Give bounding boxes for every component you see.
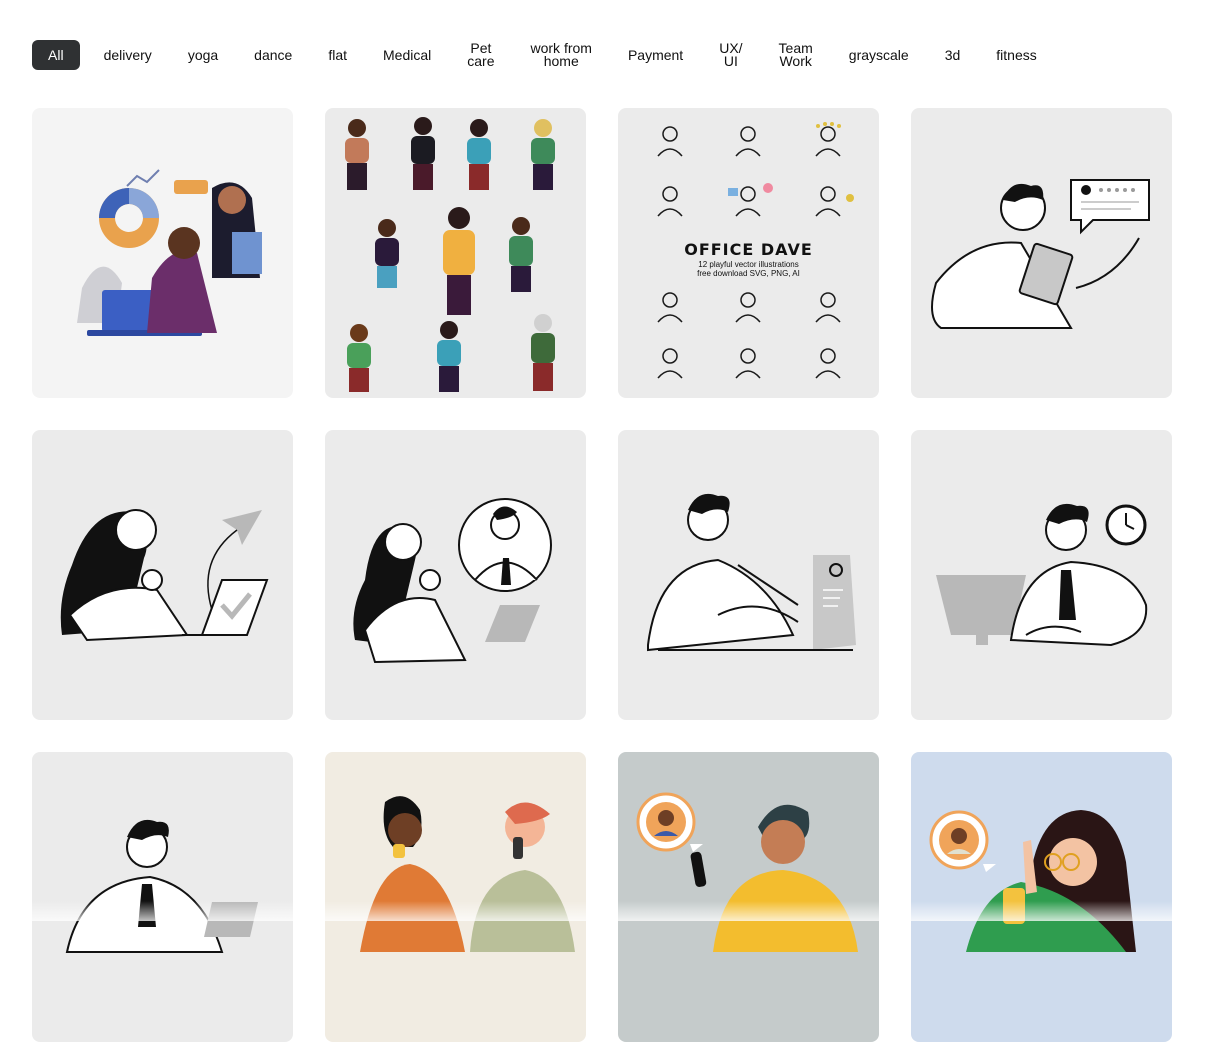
illustration-card-women-characters[interactable] <box>325 108 586 398</box>
illustration-card-man-laptop[interactable] <box>32 752 293 1042</box>
office-dave-title: OFFICE DAVE <box>684 240 813 259</box>
illustration-grid: OFFICE DAVE 12 playful vector illustrati… <box>32 108 1172 1042</box>
illustration-card-man-drawing-tablet[interactable] <box>618 430 879 720</box>
illustration-card-chat-bubble-man[interactable] <box>618 752 879 1042</box>
video-call-illustration <box>353 498 552 664</box>
illustration-card-woman-phone[interactable] <box>911 752 1172 1042</box>
woman-phone-illustration <box>929 810 1136 952</box>
filter-3d[interactable]: 3d <box>933 40 973 70</box>
filter-pet-care[interactable]: Pet care <box>455 40 506 70</box>
filter-payment[interactable]: Payment <box>616 40 695 70</box>
business-women-illustration <box>77 169 262 336</box>
man-waiting-clock-illustration <box>936 503 1148 647</box>
filter-yoga[interactable]: yoga <box>176 40 230 70</box>
illustration-card-man-reviews-tablet[interactable] <box>911 108 1172 398</box>
phone-call-illustration <box>360 796 575 952</box>
filter-fitness[interactable]: fitness <box>984 40 1048 70</box>
office-dave-subtitle: 12 playful vector illustrations free dow… <box>697 260 800 278</box>
filter-dance[interactable]: dance <box>242 40 304 70</box>
woman-sends-message-illustration <box>60 509 269 642</box>
filter-all[interactable]: All <box>32 40 80 70</box>
category-filter-bar: All delivery yoga dance flat Medical Pet… <box>32 40 1061 70</box>
filter-team-work[interactable]: Team Work <box>767 40 825 70</box>
filter-medical[interactable]: Medical <box>371 40 443 70</box>
man-laptop-illustration <box>65 819 258 953</box>
illustration-card-man-waiting-clock[interactable] <box>911 430 1172 720</box>
illustration-card-business-women[interactable] <box>32 108 293 398</box>
illustration-card-phone-call[interactable] <box>325 752 586 1042</box>
man-reviews-tablet-illustration <box>931 179 1150 329</box>
filter-delivery[interactable]: delivery <box>92 40 164 70</box>
filter-grayscale[interactable]: grayscale <box>837 40 921 70</box>
filter-flat[interactable]: flat <box>316 40 359 70</box>
illustration-card-office-dave[interactable]: OFFICE DAVE 12 playful vector illustrati… <box>618 108 879 398</box>
women-characters-illustration <box>345 117 555 392</box>
chat-bubble-man-illustration <box>636 792 858 952</box>
illustration-card-video-call[interactable] <box>325 430 586 720</box>
man-drawing-tablet-illustration <box>647 493 856 652</box>
illustration-card-woman-sends-message[interactable] <box>32 430 293 720</box>
filter-work-from-home[interactable]: work from home <box>519 40 604 70</box>
filter-ux-ui[interactable]: UX/ UI <box>707 40 754 70</box>
